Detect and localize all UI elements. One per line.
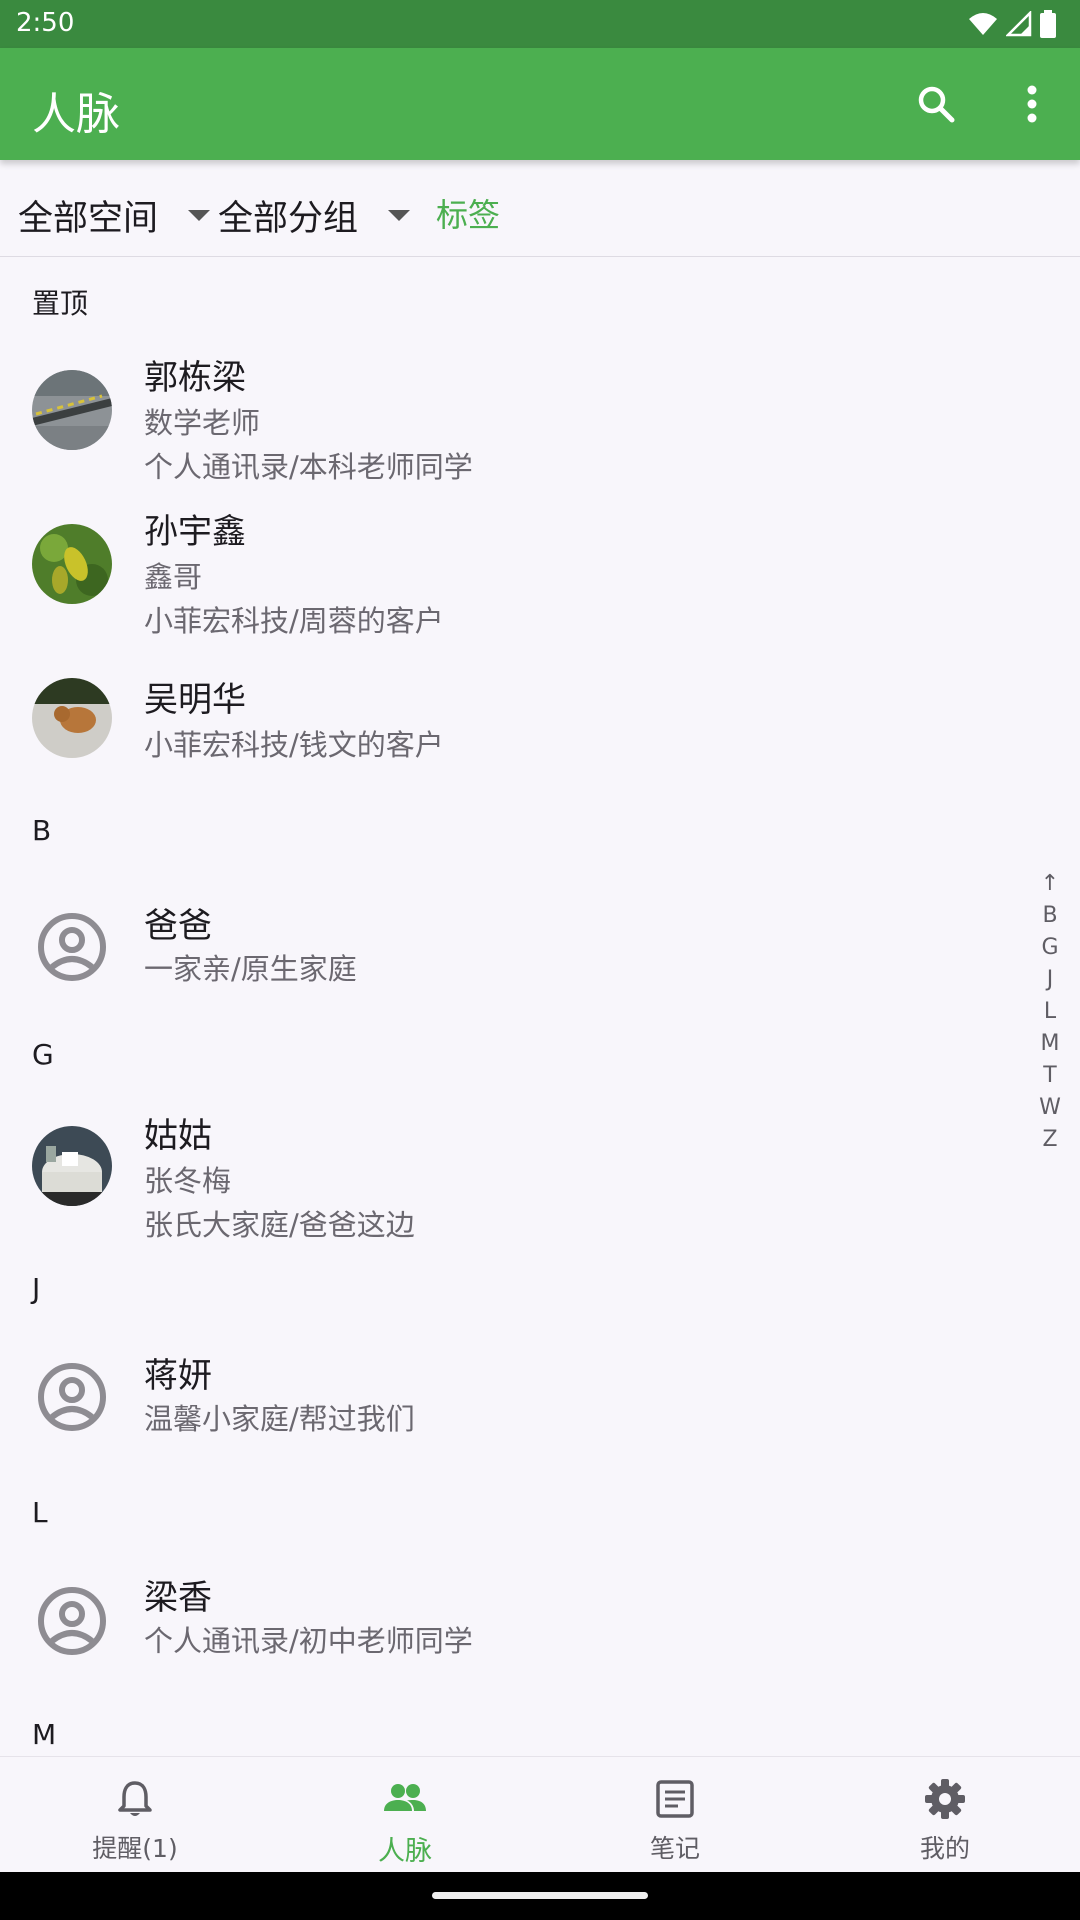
contact-row[interactable]: 郭栋梁 数学老师 个人通讯录/本科老师同学 xyxy=(0,340,1020,490)
avatar xyxy=(32,1126,112,1206)
contact-group: 温馨小家庭/帮过我们 xyxy=(144,1402,415,1436)
section-header-g: G xyxy=(32,1038,54,1071)
contact-note: 鑫哥 xyxy=(144,560,203,594)
contact-group: 个人通讯录/本科老师同学 xyxy=(144,450,473,484)
app-bar: 人脉 xyxy=(0,48,1080,160)
nav-me-label: 我的 xyxy=(919,1834,970,1863)
chevron-down-icon xyxy=(388,210,411,221)
contact-name: 爸爸 xyxy=(144,906,212,946)
more-options-button[interactable] xyxy=(1004,76,1060,132)
contact-group: 一家亲/原生家庭 xyxy=(144,952,357,986)
note-icon xyxy=(656,1780,694,1818)
avatar xyxy=(32,678,112,758)
battery-icon xyxy=(1040,10,1056,38)
search-button[interactable] xyxy=(908,76,964,132)
index-letter-w[interactable]: W xyxy=(1030,1092,1070,1124)
index-letter-m[interactable]: M xyxy=(1030,1028,1070,1060)
contact-name: 姑姑 xyxy=(144,1116,212,1156)
default-person-icon xyxy=(32,907,112,987)
contact-row[interactable]: 姑姑 张冬梅 张氏大家庭/爸爸这边 xyxy=(0,1090,1020,1242)
gear-icon xyxy=(925,1779,965,1819)
status-time: 2:50 xyxy=(16,8,75,38)
index-letter-j[interactable]: J xyxy=(1030,964,1070,996)
contact-row[interactable]: 爸爸 一家亲/原生家庭 xyxy=(0,880,1020,1000)
contact-group: 小菲宏科技/钱文的客户 xyxy=(144,728,444,762)
filter-bar: 全部空间 全部分组 xyxy=(0,160,1080,257)
contact-row[interactable]: 蒋妍 温馨小家庭/帮过我们 xyxy=(0,1330,1020,1450)
index-letter-l[interactable]: L xyxy=(1030,996,1070,1028)
more-vert-icon xyxy=(1027,85,1037,123)
index-letter-top[interactable]: ↑ xyxy=(1030,868,1070,900)
section-header-b: B xyxy=(32,814,52,847)
nav-contacts-label: 人脉 xyxy=(378,1836,432,1867)
contact-group: 个人通讯录/初中老师同学 xyxy=(144,1624,473,1658)
group-filter-dropdown[interactable]: 全部分组 xyxy=(218,190,411,241)
section-header-m: M xyxy=(32,1718,57,1751)
cell-signal-icon xyxy=(1006,11,1032,37)
nav-me[interactable]: 我的 xyxy=(810,1757,1080,1873)
nav-notes[interactable]: 笔记 xyxy=(540,1757,810,1873)
contact-row[interactable]: 梁香 个人通讯录/初中老师同学 xyxy=(0,1554,1020,1674)
index-letter-b[interactable]: B xyxy=(1030,900,1070,932)
contact-row[interactable]: 吴明华 小菲宏科技/钱文的客户 xyxy=(0,658,1020,778)
contact-group: 小菲宏科技/周蓉的客户 xyxy=(144,604,444,638)
contact-name: 孙宇鑫 xyxy=(144,512,246,552)
bottom-nav: 提醒(1) 人脉 笔记 我的 xyxy=(0,1756,1080,1873)
status-bar: 2:50 xyxy=(0,0,1080,48)
group-filter-label: 全部分组 xyxy=(218,199,359,239)
contact-note: 张冬梅 xyxy=(144,1164,232,1198)
search-icon xyxy=(918,86,955,123)
contact-row[interactable]: 孙宇鑫 鑫哥 小菲宏科技/周蓉的客户 xyxy=(0,494,1020,644)
gesture-nav-bar xyxy=(0,1872,1080,1920)
section-header-pinned: 置顶 xyxy=(32,287,89,320)
nav-reminders[interactable]: 提醒(1) xyxy=(0,1757,270,1873)
page-title: 人脉 xyxy=(32,89,120,140)
contact-name: 梁香 xyxy=(144,1578,212,1618)
space-filter-dropdown[interactable]: 全部空间 xyxy=(18,190,211,241)
bell-icon xyxy=(118,1781,152,1816)
contact-group: 张氏大家庭/爸爸这边 xyxy=(144,1208,415,1242)
people-icon xyxy=(384,1784,426,1811)
status-icons xyxy=(968,10,1056,38)
tags-link[interactable]: 标签 xyxy=(436,190,500,236)
default-person-icon xyxy=(32,1357,112,1437)
contact-note: 数学老师 xyxy=(144,406,261,440)
section-header-l: L xyxy=(32,1496,48,1529)
index-letter-z[interactable]: Z xyxy=(1030,1124,1070,1156)
chevron-down-icon xyxy=(188,210,211,221)
index-letter-t[interactable]: T xyxy=(1030,1060,1070,1092)
wifi-icon xyxy=(969,13,997,35)
section-header-j: J xyxy=(32,1272,41,1305)
contact-name: 吴明华 xyxy=(144,680,246,720)
space-filter-label: 全部空间 xyxy=(18,199,159,239)
nav-notes-label: 笔记 xyxy=(649,1834,700,1863)
default-person-icon xyxy=(32,1581,112,1661)
nav-reminders-label: 提醒(1) xyxy=(92,1834,178,1863)
contact-name: 郭栋梁 xyxy=(144,358,246,398)
nav-contacts[interactable]: 人脉 xyxy=(270,1757,540,1873)
home-gesture-handle[interactable] xyxy=(432,1892,648,1899)
alphabet-index[interactable]: ↑ B G J L M T W Z xyxy=(1030,868,1070,1156)
contact-name: 蒋妍 xyxy=(144,1356,212,1396)
index-letter-g[interactable]: G xyxy=(1030,932,1070,964)
avatar xyxy=(32,370,112,450)
avatar xyxy=(32,524,112,604)
